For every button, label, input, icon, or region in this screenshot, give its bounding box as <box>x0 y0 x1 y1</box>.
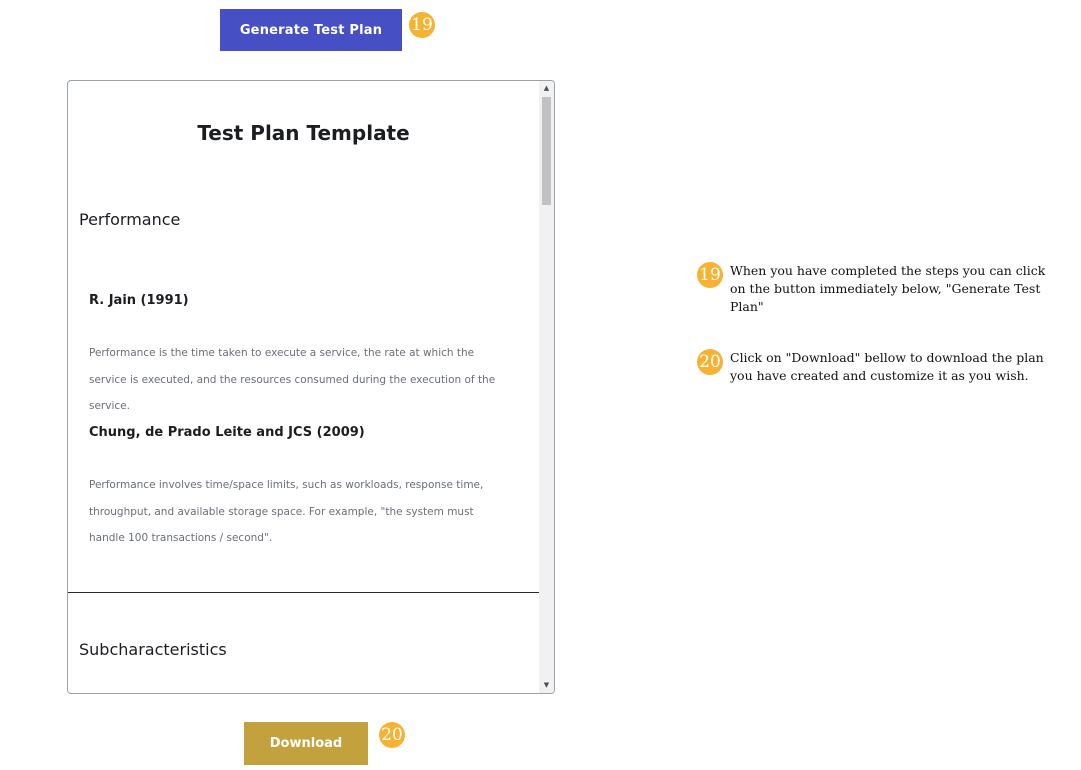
generate-test-plan-button[interactable]: Generate Test Plan <box>220 9 402 51</box>
definition-text: Performance involves time/space limits, … <box>89 479 484 544</box>
instruction-text: When you have completed the steps you ca… <box>730 263 1046 314</box>
scroll-up-arrow-icon[interactable]: ▲ <box>539 81 554 95</box>
step-19-badge: 19 <box>409 12 435 38</box>
author-heading: Chung, de Prado Leite and JCS (2009) <box>89 425 365 440</box>
document-title: Test Plan Template <box>197 121 410 145</box>
step-20-badge: 20 <box>379 722 405 748</box>
test-plan-content: Test Plan Template Performance R. Jain (… <box>68 81 539 693</box>
scroll-thumb[interactable] <box>542 97 551 205</box>
step-20-badge: 20 <box>697 349 723 375</box>
test-plan-preview[interactable]: Test Plan Template Performance R. Jain (… <box>67 80 555 694</box>
section-divider <box>68 592 539 593</box>
section-heading-performance: Performance <box>79 210 181 229</box>
definition-text: Performance is the time taken to execute… <box>89 347 496 412</box>
scroll-down-arrow-icon[interactable]: ▼ <box>539 678 554 692</box>
instruction-text: Click on "Download" bellow to download t… <box>730 350 1044 383</box>
section-heading-subcharacteristics: Subcharacteristics <box>79 640 227 659</box>
step-19-badge: 19 <box>697 262 723 288</box>
download-button[interactable]: Download <box>244 722 368 765</box>
vertical-scrollbar[interactable]: ▲ ▼ <box>539 81 554 693</box>
author-heading: R. Jain (1991) <box>89 293 189 308</box>
